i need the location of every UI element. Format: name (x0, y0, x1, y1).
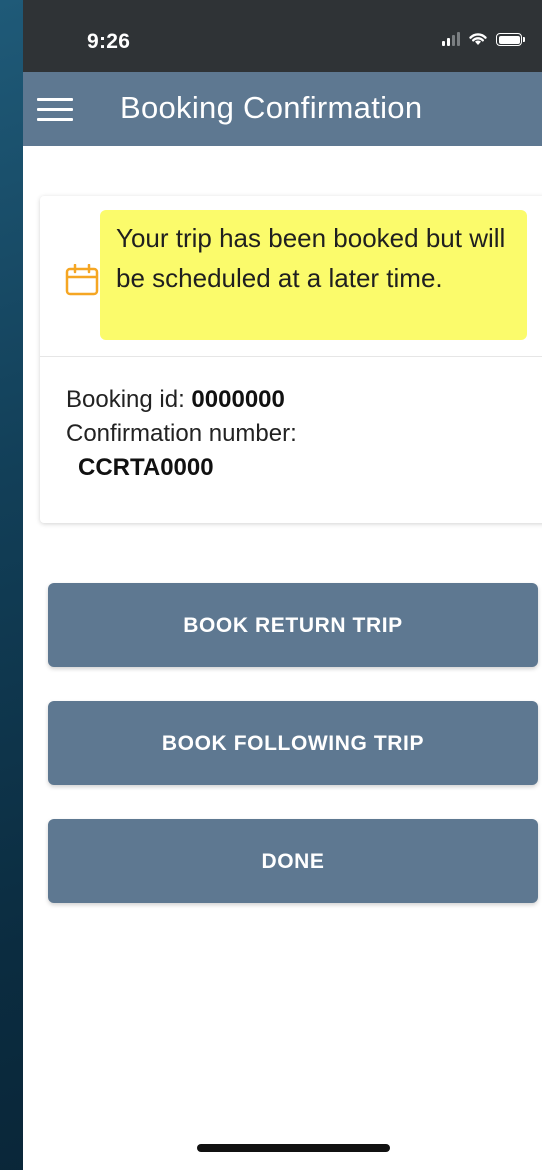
booking-id-label: Booking id: (66, 386, 185, 413)
phone-screen: 9:26 Booking Confirmation Your trip has … (23, 0, 542, 1170)
status-time: 9:26 (87, 30, 131, 53)
status-bar: 9:26 (23, 0, 542, 72)
booking-id-value: 0000000 (191, 386, 285, 413)
booking-status-message: Your trip has been booked but will be sc… (116, 223, 506, 293)
status-icons (442, 31, 525, 46)
app-bar: Booking Confirmation (23, 72, 542, 146)
confirmation-notice: Your trip has been booked but will be sc… (40, 196, 542, 357)
confirmation-number-value: CCRTA0000 (78, 454, 214, 481)
confirmation-card: Your trip has been booked but will be sc… (40, 196, 542, 523)
confirmation-number-label: Confirmation number: (66, 420, 297, 447)
calendar-icon (65, 264, 99, 296)
wifi-icon (469, 33, 487, 45)
booking-details: Booking id: 0000000 Confirmation number:… (66, 383, 297, 485)
done-button[interactable]: DONE (48, 819, 538, 903)
hamburger-menu-icon[interactable] (37, 98, 73, 122)
battery-icon (496, 33, 525, 46)
booking-id-row: Booking id: 0000000 (66, 383, 297, 417)
book-return-trip-button[interactable]: BOOK RETURN TRIP (48, 583, 538, 667)
home-indicator (197, 1144, 390, 1152)
signal-icon (442, 31, 460, 46)
confirmation-number-row: Confirmation number: (66, 417, 297, 451)
page-title: Booking Confirmation (120, 90, 423, 125)
book-following-trip-button[interactable]: BOOK FOLLOWING TRIP (48, 701, 538, 785)
